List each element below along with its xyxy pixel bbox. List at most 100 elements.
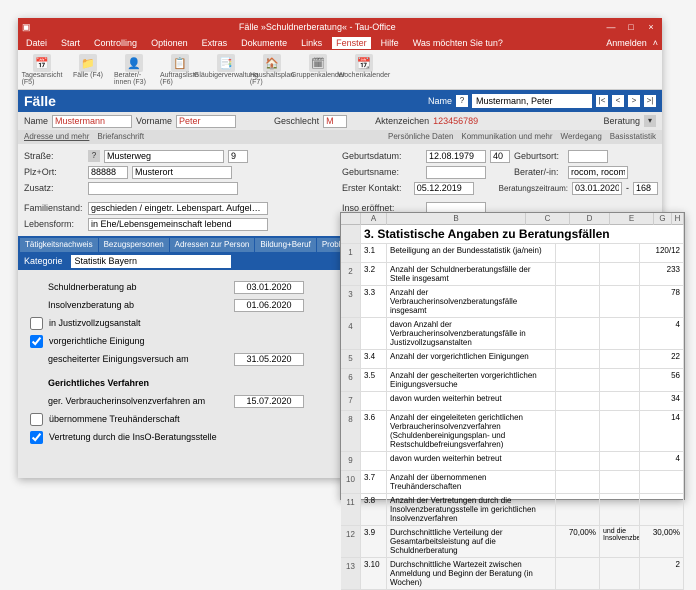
cell-c[interactable]	[556, 350, 600, 368]
cell-e[interactable]: 22	[640, 350, 684, 368]
cell-a[interactable]: 3.9	[361, 526, 387, 557]
tell-me[interactable]: Was möchten Sie tun?	[409, 37, 507, 49]
cell-b[interactable]: Anzahl der eingeleiteten gerichtlichen V…	[387, 411, 556, 451]
zusatz-input[interactable]	[88, 182, 238, 195]
col-a[interactable]: A	[361, 213, 387, 225]
tab-controlling[interactable]: Controlling	[90, 37, 141, 49]
cell-d[interactable]	[600, 558, 640, 589]
cell-c[interactable]	[556, 263, 600, 285]
strasse-lookup-button[interactable]: ?	[88, 150, 100, 162]
col-rownum[interactable]	[341, 213, 361, 225]
rib-gruppenkalender[interactable]: 🗓Gruppenkalender	[298, 54, 338, 86]
close-button[interactable]: ×	[644, 22, 658, 32]
beratung-dropdown-icon[interactable]: ▾	[644, 115, 656, 127]
row-number[interactable]: 5	[341, 350, 361, 368]
col-h[interactable]: H	[672, 213, 684, 225]
ck3-checkbox[interactable]	[30, 317, 43, 330]
subtab-adressen[interactable]: Adressen zur Person	[170, 238, 255, 252]
cell-a[interactable]	[361, 318, 387, 349]
strip-vorname-input[interactable]	[176, 115, 236, 128]
col-e[interactable]: E	[610, 213, 654, 225]
cell-c[interactable]	[556, 286, 600, 317]
ck5-date-input[interactable]	[234, 353, 304, 366]
strasse-input[interactable]	[104, 150, 224, 163]
cell-e[interactable]: 30,00%	[640, 526, 684, 557]
cell-b[interactable]: Anzahl der Verbraucherinsolvenzberatungs…	[387, 286, 556, 317]
row-number[interactable]: 2	[341, 263, 361, 285]
cell-e[interactable]: 4	[640, 318, 684, 349]
cell-a[interactable]	[361, 392, 387, 410]
cell-e[interactable]: 34	[640, 392, 684, 410]
ck1-date-input[interactable]	[234, 281, 304, 294]
cell-c[interactable]	[556, 558, 600, 589]
ck8-checkbox[interactable]	[30, 431, 43, 444]
cell-e[interactable]	[640, 494, 684, 525]
nav-last-button[interactable]: >|	[644, 95, 656, 107]
cell-d[interactable]	[600, 318, 640, 349]
col-d[interactable]: D	[570, 213, 610, 225]
cell-d[interactable]	[600, 452, 640, 470]
cell-b[interactable]: Anzahl der Schuldnerberatungsfälle der S…	[387, 263, 556, 285]
cell-a[interactable]: 3.7	[361, 471, 387, 493]
subtab-werde[interactable]: Werdegang	[561, 132, 602, 142]
cell-d[interactable]: und die Insolvenzberatung	[600, 526, 640, 557]
row-number[interactable]: 1	[341, 244, 361, 262]
cell-e[interactable]: 78	[640, 286, 684, 317]
cell-c[interactable]	[556, 452, 600, 470]
cell-b[interactable]: Anzahl der vorgerichtlichen Einigungen	[387, 350, 556, 368]
cell-b[interactable]: davon wurden weiterhin betreut	[387, 392, 556, 410]
cell-a[interactable]: 3.3	[361, 286, 387, 317]
cell-e[interactable]: 4	[640, 452, 684, 470]
rib-berater[interactable]: 👤Berater/-innen (F3)	[114, 54, 154, 86]
cell-a[interactable]: 3.10	[361, 558, 387, 589]
cell-d[interactable]	[600, 494, 640, 525]
ck4-checkbox[interactable]	[30, 335, 43, 348]
nav-next-button[interactable]: >	[628, 95, 640, 107]
row-number[interactable]: 4	[341, 318, 361, 349]
rib-faelle[interactable]: 📁Fälle (F4)	[68, 54, 108, 86]
hausnr-input[interactable]	[228, 150, 248, 163]
familien-select[interactable]	[88, 202, 268, 215]
cell-b[interactable]: Beteiligung an der Bundesstatistik (ja/n…	[387, 244, 556, 262]
cell-d[interactable]	[600, 350, 640, 368]
cell-c[interactable]	[556, 471, 600, 493]
subtab-bezug[interactable]: Bezugspersonen	[99, 238, 169, 252]
rib-wochenkalender[interactable]: 📆Wochenkalender	[344, 54, 384, 86]
cell-d[interactable]	[600, 286, 640, 317]
anmelden-link[interactable]: Anmelden	[606, 38, 647, 48]
strip-name-input[interactable]	[52, 115, 132, 128]
tab-start[interactable]: Start	[57, 37, 84, 49]
row-number[interactable]: 11	[341, 494, 361, 525]
rib-tagesansicht[interactable]: 📅Tagesansicht (F5)	[22, 54, 62, 86]
cell-a[interactable]	[361, 452, 387, 470]
row-number[interactable]: 7	[341, 392, 361, 410]
cell-d[interactable]	[600, 411, 640, 451]
ort-input[interactable]	[132, 166, 232, 179]
cell-d[interactable]	[600, 471, 640, 493]
sheet-title[interactable]: 3. Statistische Angaben zu Beratungsfäll…	[361, 225, 684, 243]
cell-e[interactable]: 233	[640, 263, 684, 285]
name-lookup-button[interactable]: ?	[456, 95, 468, 107]
ck2-date-input[interactable]	[234, 299, 304, 312]
col-b[interactable]: B	[387, 213, 526, 225]
zeitraum-start-input[interactable]	[572, 182, 622, 195]
cell-e[interactable]: 2	[640, 558, 684, 589]
cell-e[interactable]	[640, 471, 684, 493]
cell-b[interactable]: Durchschnittliche Verteilung der Gesamta…	[387, 526, 556, 557]
cell-d[interactable]	[600, 369, 640, 391]
cell-a[interactable]: 3.6	[361, 411, 387, 451]
cell-a[interactable]: 3.5	[361, 369, 387, 391]
minimize-button[interactable]: —	[604, 22, 618, 32]
subtab-basis[interactable]: Basisstatistik	[610, 132, 656, 142]
cell-b[interactable]: Anzahl der gescheiterten vorgerichtliche…	[387, 369, 556, 391]
col-g[interactable]: G	[654, 213, 672, 225]
cell-c[interactable]	[556, 494, 600, 525]
row-number[interactable]: 12	[341, 526, 361, 557]
cell-c[interactable]	[556, 244, 600, 262]
cell-c[interactable]	[556, 411, 600, 451]
cell-e[interactable]: 14	[640, 411, 684, 451]
category-select[interactable]	[71, 255, 231, 268]
cell-b[interactable]: davon Anzahl der Verbraucherinsolvenzber…	[387, 318, 556, 349]
maximize-button[interactable]: □	[624, 22, 638, 32]
nav-prev-button[interactable]: <	[612, 95, 624, 107]
